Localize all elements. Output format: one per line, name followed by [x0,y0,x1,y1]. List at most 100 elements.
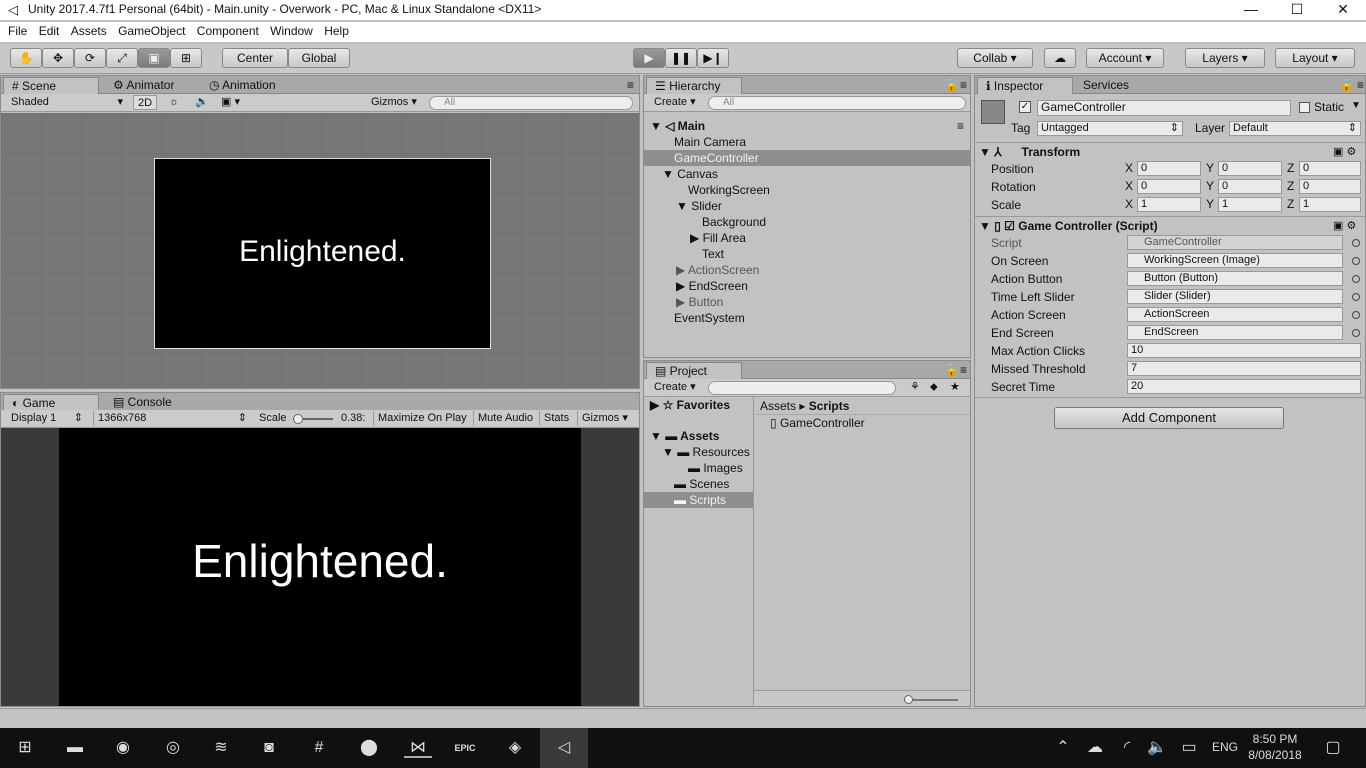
hierarchy-item-eventsystem[interactable]: EventSystem [644,310,970,326]
tab-scene[interactable]: # Scene [3,77,99,94]
transform-tool-icon[interactable]: ⊞ [170,48,202,68]
time-left-slider-field[interactable]: Slider (Slider) [1127,289,1343,304]
epic-games-icon[interactable]: EPIC [454,738,476,758]
spotify-icon[interactable]: ≋ [210,738,232,758]
script-help-icon[interactable]: ▣ ⚙ [1333,219,1356,232]
scale-z-field[interactable]: 1 [1299,197,1361,212]
file-explorer-icon[interactable]: ▬ [64,738,86,758]
scene-search-input[interactable]: All [429,96,633,110]
tab-game[interactable]: ◐ Game [3,394,99,411]
transform-help-icon[interactable]: ▣ ⚙ [1333,145,1356,158]
on-screen-field[interactable]: WorkingScreen (Image) [1127,253,1343,268]
onedrive-icon[interactable]: ☁ [1084,738,1106,758]
panel-menu-icon[interactable]: ≡ [952,77,970,94]
object-picker-icon[interactable] [1352,239,1360,247]
maps-icon[interactable]: ⬤ [358,738,380,758]
account-dropdown[interactable]: Account ▾ [1086,48,1164,68]
maximize-on-play-toggle[interactable]: Maximize On Play [373,411,471,426]
unity-editor-icon[interactable]: ◁ [540,728,588,768]
layer-dropdown[interactable]: Default ⇕ [1229,121,1361,136]
display-dropdown[interactable]: Display 1 ⇕ [7,411,87,426]
project-menu-icon[interactable]: ≡ [952,362,970,379]
play-button-icon[interactable]: ▶ [633,48,665,68]
menu-assets[interactable]: Assets [67,22,111,40]
project-create-dropdown[interactable]: Create ▾ [650,380,700,395]
hand-tool-icon[interactable]: ✋ [10,48,42,68]
menu-component[interactable]: Component [193,22,263,40]
scale-tool-icon[interactable]: ⤢ [106,48,138,68]
breadcrumb-scripts[interactable]: Scripts [809,399,850,413]
move-tool-icon[interactable]: ✥ [42,48,74,68]
scale-slider-thumb[interactable] [293,414,303,424]
tab-services[interactable]: Services [1075,77,1137,94]
unity-hub-icon[interactable]: ◈ [504,738,526,758]
language-indicator[interactable]: ENG [1212,740,1238,754]
menu-help[interactable]: Help [320,22,353,40]
tab-console[interactable]: ▤ Console [105,394,180,411]
object-picker-icon[interactable] [1352,329,1360,337]
tab-project[interactable]: ▤ Project [646,362,742,379]
collab-dropdown[interactable]: Collab ▾ [957,48,1033,68]
pivot-global-button[interactable]: Global [288,48,350,68]
icon-size-slider[interactable] [904,695,958,704]
hierarchy-item-endscreen[interactable]: ▶ EndScreen [644,278,970,294]
close-button[interactable]: ✕ [1320,0,1366,20]
stats-toggle[interactable]: Stats [539,411,573,426]
rotation-x-field[interactable]: 0 [1137,179,1201,194]
icon-size-slider-thumb[interactable] [904,695,913,704]
scale-x-field[interactable]: 1 [1137,197,1201,212]
hierarchy-item-workingscreen[interactable]: WorkingScreen [644,182,970,198]
hierarchy-create-dropdown[interactable]: Create ▾ [650,95,700,110]
game-viewport[interactable]: Enlightened. [1,428,639,706]
hierarchy-item-background[interactable]: Background [644,214,970,230]
hierarchy-item-text[interactable]: Text [644,246,970,262]
tab-animation[interactable]: ◷ Animation [201,77,284,94]
chrome-icon[interactable]: ◉ [112,738,134,758]
breadcrumb-assets[interactable]: Assets [760,399,796,413]
volume-icon[interactable]: 🔈 [1146,738,1168,758]
pause-button-icon[interactable]: ❚❚ [665,48,697,68]
shading-dropdown[interactable]: Shaded ▾ [7,95,127,110]
menu-window[interactable]: Window [266,22,317,40]
object-picker-icon[interactable] [1352,311,1360,319]
steam-icon[interactable]: ◎ [162,738,184,758]
filter-label-icon[interactable]: ⬥ [926,380,942,395]
battery-icon[interactable]: ▭ [1178,738,1200,758]
secret-time-field[interactable]: 20 [1127,379,1361,394]
layout-dropdown[interactable]: Layout ▾ [1275,48,1355,68]
lighting-icon[interactable]: ☼ [165,95,183,110]
gizmos-dropdown[interactable]: Gizmos ▾ [367,95,421,110]
cloud-icon[interactable]: ☁ [1044,48,1076,68]
minimize-button[interactable]: — [1228,0,1274,20]
rotate-tool-icon[interactable]: ⟳ [74,48,106,68]
tab-hierarchy[interactable]: ☰ Hierarchy [646,77,742,94]
hierarchy-item-main-camera[interactable]: Main Camera [644,134,970,150]
tag-dropdown[interactable]: Untagged ⇕ [1037,121,1183,136]
notifications-icon[interactable]: ▢ [1322,738,1344,758]
file-gamecontroller[interactable]: ▯ GameController [770,415,970,431]
missed-threshold-field[interactable]: 7 [1127,361,1361,376]
scale-slider[interactable] [293,414,333,424]
hierarchy-item-button[interactable]: ▶ Button [644,294,970,310]
assets-folder-row[interactable]: ▼ ▬ Assets [644,428,753,444]
hierarchy-search-input[interactable]: All [708,96,966,110]
project-search-input[interactable] [708,381,896,395]
mute-audio-toggle[interactable]: Mute Audio [473,411,537,426]
slack-icon[interactable]: # [308,738,330,758]
clock-date[interactable]: 8/08/2018 [1246,748,1304,762]
folder-scripts[interactable]: ▬ Scripts [644,492,753,508]
inspector-menu-icon[interactable]: ≡ [1349,77,1365,94]
rotation-y-field[interactable]: 0 [1218,179,1282,194]
hierarchy-item-fill-area[interactable]: ▶ Fill Area [644,230,970,246]
maximize-button[interactable]: ☐ [1274,0,1320,20]
tab-inspector[interactable]: ℹ Inspector [977,77,1073,94]
panel-menu-icon[interactable]: ≡ [619,77,639,94]
favorites-row[interactable]: ▶ ☆ Favorites [644,397,753,413]
tray-expand-icon[interactable]: ⌃ [1052,738,1074,758]
clock-time[interactable]: 8:50 PM [1250,732,1300,746]
audio-icon[interactable]: 🔈 [191,95,213,110]
hierarchy-item-actionscreen[interactable]: ▶ ActionScreen [644,262,970,278]
scene-canvas-rect[interactable]: Enlightened. [154,158,491,349]
hierarchy-item-canvas[interactable]: ▼ Canvas [644,166,970,182]
pivot-center-button[interactable]: Center [222,48,288,68]
